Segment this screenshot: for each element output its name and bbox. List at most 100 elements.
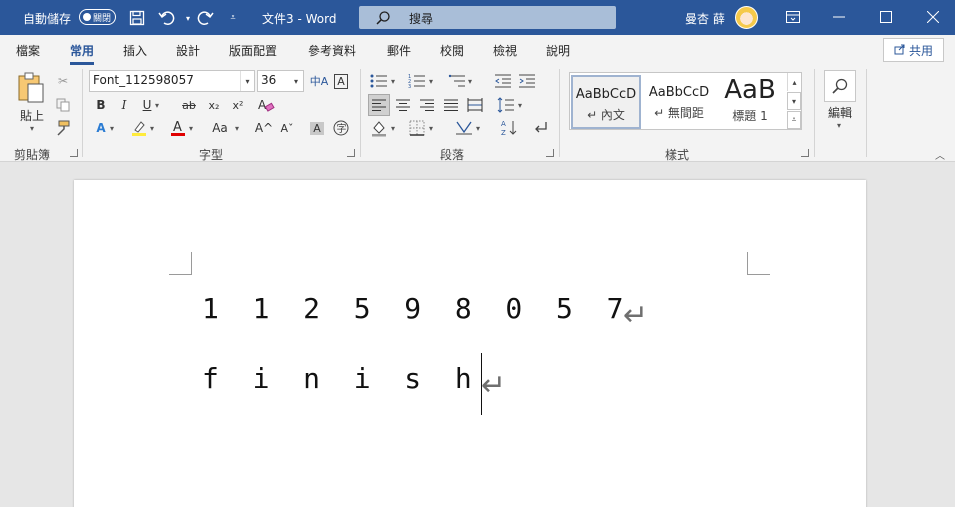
line-spacing-dropdown-icon[interactable]: ▾ bbox=[515, 94, 525, 116]
maximize-icon[interactable] bbox=[872, 6, 900, 28]
highlight-dropdown-icon[interactable]: ▾ bbox=[147, 117, 157, 139]
asian-layout-icon[interactable] bbox=[453, 117, 475, 139]
redo-icon[interactable] bbox=[195, 8, 215, 28]
increase-indent-icon[interactable] bbox=[516, 70, 538, 92]
title-bar: 自動儲存 關閉 ▾ ⩡ 文件3 - Word 搜尋 曼杏 薛 bbox=[0, 0, 955, 35]
underline-dropdown-icon[interactable]: ▾ bbox=[152, 94, 162, 116]
borders-icon[interactable] bbox=[406, 117, 428, 139]
tab-home[interactable]: 常用 bbox=[70, 42, 95, 65]
paragraph-mark: ↵ bbox=[481, 368, 507, 403]
user-name[interactable]: 曼杏 薛 bbox=[685, 10, 725, 27]
search-box[interactable]: 搜尋 bbox=[359, 6, 616, 29]
tab-layout[interactable]: 版面配置 bbox=[229, 42, 277, 59]
paste-button[interactable]: 貼上 ▾ bbox=[14, 71, 50, 133]
svg-text:A: A bbox=[173, 120, 182, 135]
numbering-dropdown-icon[interactable]: ▾ bbox=[426, 70, 436, 92]
tab-insert[interactable]: 插入 bbox=[123, 42, 147, 59]
tab-help[interactable]: 說明 bbox=[546, 42, 570, 59]
tab-review[interactable]: 校閱 bbox=[440, 42, 464, 59]
document-line-1[interactable]: 1 1 2 5 9 8 0 5 7 bbox=[202, 292, 623, 325]
save-icon[interactable] bbox=[127, 8, 147, 28]
editing-button[interactable] bbox=[824, 70, 856, 102]
document-line-2[interactable]: f i n i s h bbox=[202, 362, 472, 395]
clear-formatting-icon[interactable]: A bbox=[255, 94, 277, 116]
styles-gallery: AaBbCcD ↵ 內文 AaBbCcD ↵ 無間距 AaB 標題 1 bbox=[569, 72, 802, 130]
decrease-indent-icon[interactable] bbox=[492, 70, 514, 92]
gallery-down-icon[interactable]: ▾ bbox=[787, 92, 801, 110]
undo-icon[interactable] bbox=[157, 8, 177, 28]
align-right-icon[interactable] bbox=[416, 94, 438, 116]
clipboard-launcher-icon[interactable] bbox=[70, 149, 78, 157]
sort-icon[interactable]: AZ bbox=[498, 117, 520, 139]
font-size-field[interactable]: 36 ▾ bbox=[257, 70, 304, 92]
paste-dropdown-icon[interactable]: ▾ bbox=[14, 124, 50, 133]
strikethrough-icon[interactable]: ab bbox=[178, 94, 200, 116]
align-center-icon[interactable] bbox=[392, 94, 414, 116]
tab-mailings[interactable]: 郵件 bbox=[387, 42, 411, 59]
align-left-icon[interactable] bbox=[368, 94, 390, 116]
text-effects-dropdown-icon[interactable]: ▾ bbox=[107, 117, 117, 139]
font-launcher-icon[interactable] bbox=[347, 149, 355, 157]
shrink-font-icon[interactable]: Aˇ bbox=[276, 117, 298, 139]
asian-layout-dropdown-icon[interactable]: ▾ bbox=[473, 117, 483, 139]
borders-dropdown-icon[interactable]: ▾ bbox=[426, 117, 436, 139]
format-painter-icon[interactable] bbox=[52, 117, 74, 139]
font-size-value: 36 bbox=[261, 73, 277, 87]
tab-view[interactable]: 檢視 bbox=[493, 42, 517, 59]
shading-dropdown-icon[interactable]: ▾ bbox=[388, 117, 398, 139]
character-shading-icon[interactable]: A bbox=[306, 117, 328, 139]
justify-icon[interactable] bbox=[440, 94, 462, 116]
font-color-dropdown-icon[interactable]: ▾ bbox=[186, 117, 196, 139]
share-button[interactable]: 共用 bbox=[883, 38, 944, 62]
autosave-label: 自動儲存 bbox=[23, 12, 72, 26]
line-spacing-icon[interactable] bbox=[495, 94, 517, 116]
style-no-spacing[interactable]: AaBbCcD ↵ 無間距 bbox=[644, 75, 714, 129]
character-border-icon[interactable]: A bbox=[330, 70, 352, 92]
multilevel-dropdown-icon[interactable]: ▾ bbox=[465, 70, 475, 92]
copy-icon[interactable] bbox=[52, 94, 74, 116]
style-heading-1[interactable]: AaB 標題 1 bbox=[716, 75, 784, 129]
customize-qat-icon[interactable]: ⩡ bbox=[223, 8, 243, 28]
numbering-icon[interactable]: 123 bbox=[406, 70, 428, 92]
shading-icon[interactable] bbox=[368, 117, 390, 139]
ribbon-tabs: 檔案 常用 插入 設計 版面配置 參考資料 郵件 校閱 檢視 說明 共用 bbox=[0, 35, 955, 65]
distributed-icon[interactable] bbox=[464, 94, 486, 116]
bullets-icon[interactable] bbox=[368, 70, 390, 92]
gallery-up-icon[interactable]: ▴ bbox=[787, 73, 801, 91]
italic-icon[interactable]: I bbox=[113, 94, 135, 116]
document-page[interactable]: 1 1 2 5 9 8 0 5 7 ↵ f i n i s h ↵ bbox=[74, 180, 866, 507]
change-case-icon[interactable]: Aa bbox=[207, 117, 233, 139]
font-name-field[interactable]: Font_112598057 ▾ bbox=[89, 70, 255, 92]
style-no-spacing-name: ↵ 無間距 bbox=[654, 106, 704, 120]
paragraph-launcher-icon[interactable] bbox=[546, 149, 554, 157]
styles-launcher-icon[interactable] bbox=[801, 149, 809, 157]
minimize-icon[interactable] bbox=[825, 6, 853, 28]
show-hide-marks-icon[interactable] bbox=[530, 117, 552, 139]
tab-file[interactable]: 檔案 bbox=[16, 42, 40, 59]
tab-references[interactable]: 參考資料 bbox=[308, 42, 356, 59]
font-name-dropdown-icon[interactable]: ▾ bbox=[240, 71, 254, 91]
font-size-dropdown-icon[interactable]: ▾ bbox=[289, 71, 303, 91]
gallery-more-icon[interactable]: ⩡ bbox=[787, 111, 801, 129]
toggle-knob bbox=[83, 13, 91, 21]
group-divider bbox=[559, 69, 560, 157]
autosave-toggle[interactable]: 關閉 bbox=[79, 9, 116, 25]
phonetic-guide-icon[interactable]: 中A bbox=[308, 70, 330, 92]
subscript-icon[interactable]: x₂ bbox=[203, 94, 225, 116]
ribbon-display-options-icon[interactable] bbox=[779, 6, 807, 28]
bullets-dropdown-icon[interactable]: ▾ bbox=[388, 70, 398, 92]
collapse-ribbon-icon[interactable]: ︿ bbox=[935, 147, 945, 162]
bold-icon[interactable]: B bbox=[90, 94, 112, 116]
tab-design[interactable]: 設計 bbox=[176, 42, 200, 59]
change-case-dropdown-icon[interactable]: ▾ bbox=[232, 117, 242, 139]
avatar[interactable] bbox=[735, 6, 758, 29]
style-normal[interactable]: AaBbCcD ↵ 內文 bbox=[571, 75, 641, 129]
cut-icon[interactable]: ✂ bbox=[52, 70, 74, 92]
close-icon[interactable] bbox=[919, 6, 947, 28]
superscript-icon[interactable]: x² bbox=[227, 94, 249, 116]
paste-label: 貼上 bbox=[19, 109, 44, 123]
grow-font-icon[interactable]: A^ bbox=[253, 117, 275, 139]
enclose-characters-icon[interactable]: 字 bbox=[330, 117, 352, 139]
style-no-spacing-sample: AaBbCcD bbox=[648, 85, 710, 100]
editing-dropdown-icon[interactable]: ▾ bbox=[837, 121, 841, 130]
